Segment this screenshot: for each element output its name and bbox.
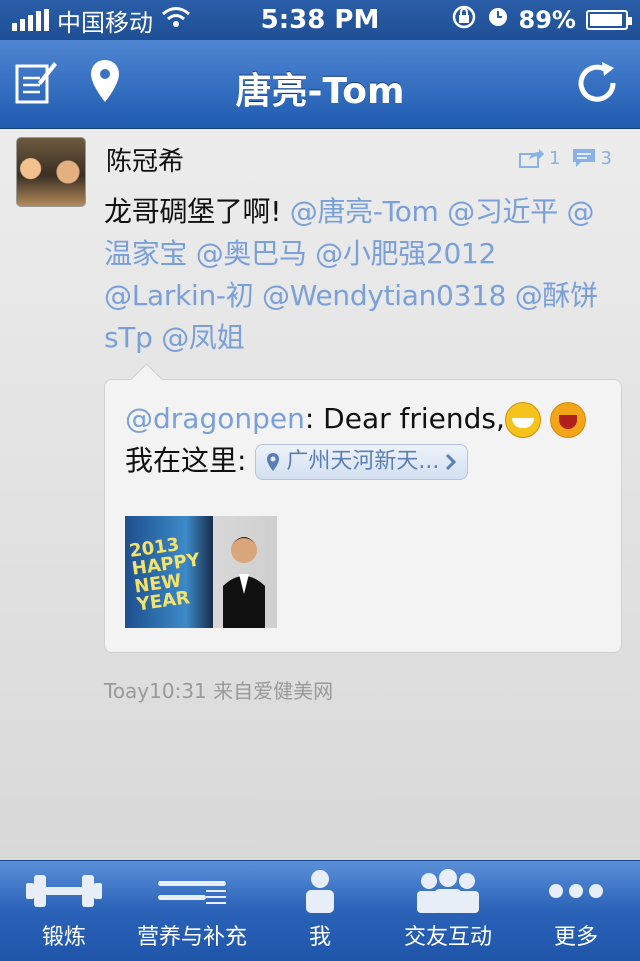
- status-bar: 中国移动 5:38 PM 89%: [0, 0, 640, 40]
- post-body-text: 龙哥碉堡了啊!: [104, 195, 282, 228]
- wifi-icon: [161, 6, 191, 34]
- quoted-text-start: : Dear friends,: [304, 402, 505, 435]
- alarm-clock-icon: [487, 6, 509, 34]
- chevron-right-icon: [446, 453, 457, 471]
- post-author[interactable]: 陈冠希: [106, 141, 184, 178]
- comment-count[interactable]: 3: [571, 147, 612, 169]
- knife-fork-icon: [158, 881, 226, 904]
- group-icon: [417, 869, 479, 913]
- mention-link[interactable]: @小肥强2012: [315, 237, 496, 270]
- repost-count[interactable]: 1: [519, 147, 561, 169]
- navigation-bar: 唐亮-Tom: [0, 40, 640, 129]
- avatar[interactable]: [16, 137, 86, 207]
- quoted-text-end: 我在这里:: [125, 444, 247, 477]
- dumbbell-icon: [26, 875, 102, 907]
- location-chip-label: 广州天河新天...: [286, 449, 440, 474]
- signal-icon: [12, 9, 49, 31]
- location-chip[interactable]: 广州天河新天...: [255, 444, 469, 480]
- post-image-thumbnail[interactable]: 2013 HAPPY NEW YEAR: [125, 516, 277, 628]
- tab-label: 我: [308, 925, 331, 950]
- mention-link[interactable]: @凤姐: [161, 321, 244, 354]
- battery-icon: [585, 10, 632, 30]
- happy-new-year-graphic: 2013 HAPPY NEW YEAR: [128, 534, 202, 616]
- tab-label: 更多: [553, 925, 598, 950]
- post-text: 龙哥碉堡了啊! @唐亮-Tom @习近平 @温家宝 @奥巴马 @小肥强2012 …: [104, 191, 614, 359]
- mention-link[interactable]: @Larkin-初: [104, 279, 254, 312]
- refresh-button[interactable]: [572, 58, 622, 112]
- tab-nutrition[interactable]: 营养与补充: [128, 861, 256, 961]
- carrier-name: 中国移动: [57, 8, 153, 37]
- more-dots-icon: [549, 884, 603, 898]
- refresh-icon: [578, 62, 616, 102]
- mention-link[interactable]: @习近平: [447, 195, 558, 228]
- laugh-emoji-icon: [549, 402, 586, 438]
- page-title: 唐亮-Tom: [235, 71, 405, 112]
- person-photo: [223, 537, 265, 628]
- tab-label: 锻炼: [41, 925, 86, 950]
- rotation-lock-icon: [451, 4, 477, 36]
- tab-social[interactable]: 交友互动: [384, 861, 512, 961]
- location-pin-icon: [267, 453, 280, 471]
- mention-link[interactable]: @唐亮-Tom: [290, 195, 439, 228]
- battery-percent: 89%: [518, 6, 576, 34]
- comment-icon: [572, 149, 595, 167]
- tab-me[interactable]: 我: [256, 861, 384, 961]
- quoted-handle[interactable]: @dragonpen: [125, 402, 305, 435]
- repost-count-label: 1: [549, 147, 561, 169]
- post-counts: 1 3: [519, 147, 612, 169]
- post-meta: Toay10:31 来自爱健美网: [104, 679, 334, 703]
- tab-label: 营养与补充: [136, 925, 247, 950]
- mention-link[interactable]: @奥巴马: [196, 237, 307, 270]
- mention-link[interactable]: @Wendytian0318: [262, 279, 506, 312]
- quoted-post[interactable]: @dragonpen: Dear friends, 我在这里: 广州天河新天..…: [104, 379, 622, 653]
- tab-label: 交友互动: [403, 925, 492, 950]
- grin-emoji-icon: [504, 402, 541, 438]
- tab-bar: 锻炼 营养与补充 我 交友互动 更多: [0, 860, 640, 961]
- tab-workout[interactable]: 锻炼: [0, 861, 128, 961]
- post-detail: 陈冠希 1 3 龙哥碉堡了啊! @唐亮-Tom @习近平 @温家宝 @奥巴马 @…: [0, 129, 640, 860]
- quoted-post-text: @dragonpen: Dear friends, 我在这里: 广州天河新天..…: [125, 398, 615, 482]
- person-icon: [306, 870, 334, 913]
- tab-more[interactable]: 更多: [512, 861, 640, 961]
- repost-icon: [519, 149, 545, 168]
- comment-count-label: 3: [600, 147, 612, 169]
